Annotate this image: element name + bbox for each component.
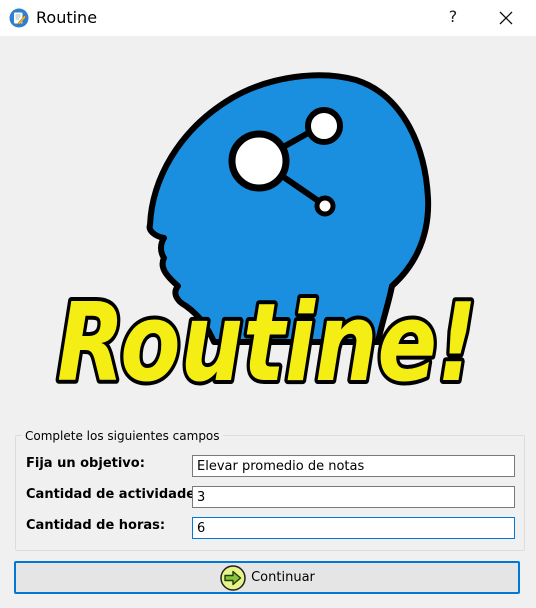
objective-input[interactable]	[192, 455, 515, 477]
help-button[interactable]: ?	[441, 5, 465, 29]
logo-text: Routine!	[57, 281, 477, 406]
arrow-right-icon	[220, 564, 246, 591]
form-group-title: Complete los siguientes campos	[22, 429, 223, 443]
objective-label: Fija un objetivo:	[26, 456, 145, 471]
notepad-pencil-icon	[9, 8, 29, 28]
continue-button-label: Continuar	[251, 570, 315, 585]
continue-button[interactable]: Continuar	[14, 561, 520, 594]
activities-label: Cantidad de actividades:	[26, 487, 209, 502]
activities-input[interactable]	[192, 486, 515, 508]
hours-label: Cantidad de horas:	[26, 518, 166, 533]
title-bar: Routine ?	[0, 0, 536, 36]
window-title: Routine	[36, 8, 98, 27]
hours-input[interactable]	[192, 517, 515, 539]
routine-logo: Routine!	[53, 72, 481, 410]
close-icon[interactable]	[496, 8, 516, 28]
